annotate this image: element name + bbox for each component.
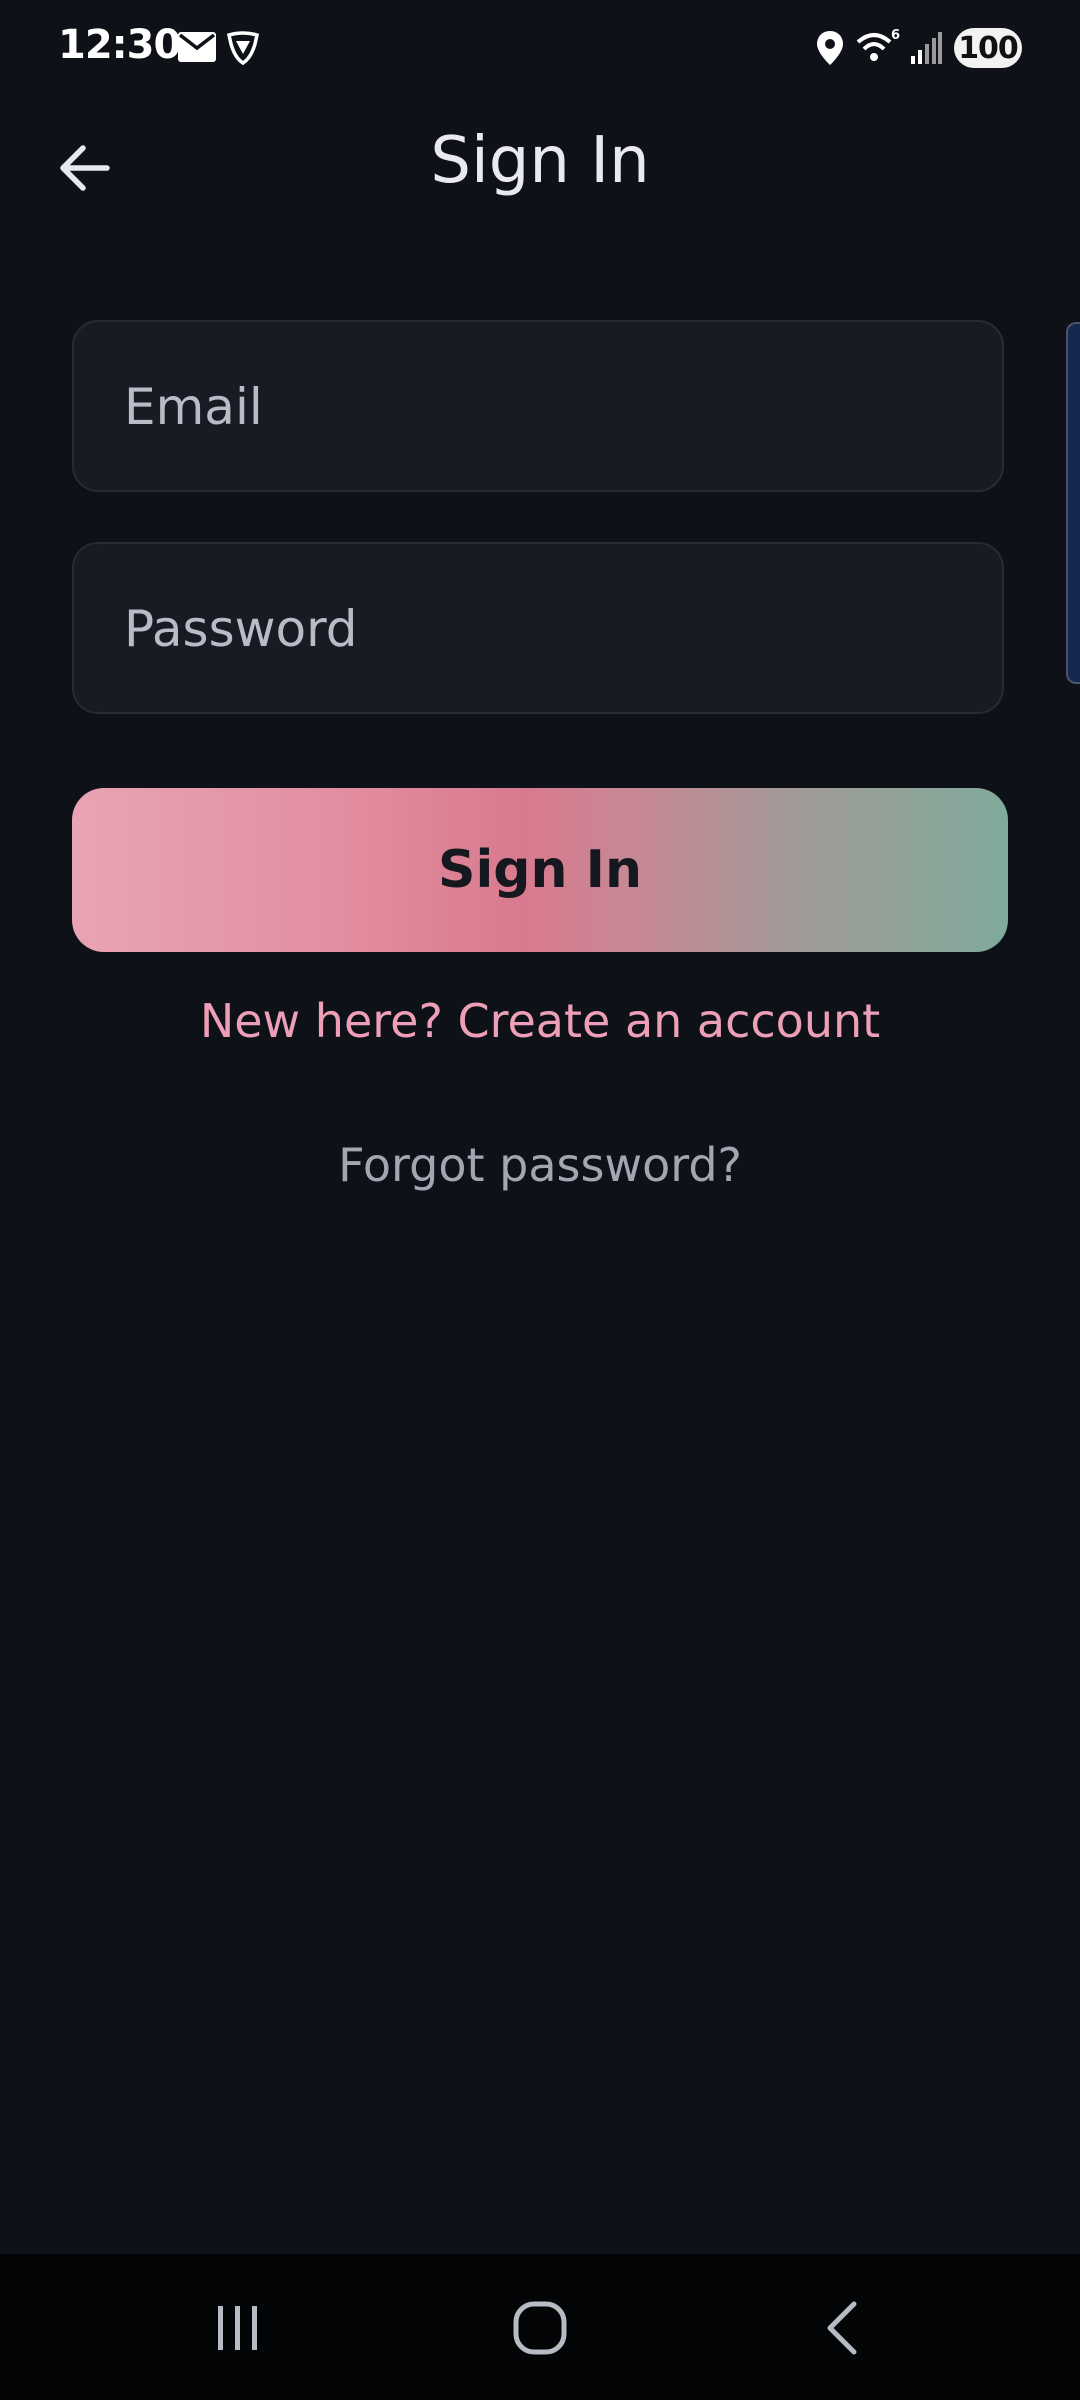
sign-in-button[interactable]: Sign In xyxy=(72,788,1008,952)
create-account-link[interactable]: New here? Create an account xyxy=(0,994,1080,1048)
forgot-password-link[interactable]: Forgot password? xyxy=(0,1138,1080,1192)
sign-in-button-label: Sign In xyxy=(438,840,642,900)
system-nav-bar xyxy=(0,2254,1080,2400)
home-button[interactable] xyxy=(480,2278,600,2378)
signal-icon xyxy=(911,32,942,64)
recents-icon xyxy=(218,2306,257,2350)
home-icon xyxy=(513,2301,567,2355)
email-field[interactable] xyxy=(72,320,1004,492)
system-back-button[interactable] xyxy=(782,2278,902,2378)
wifi-icon: 6 xyxy=(856,28,900,61)
svg-text:6: 6 xyxy=(891,28,900,43)
recents-button[interactable] xyxy=(178,2278,298,2378)
page-title: Sign In xyxy=(430,124,650,198)
shield-app-icon xyxy=(226,31,260,66)
mail-icon xyxy=(178,32,216,62)
password-input[interactable] xyxy=(122,544,966,714)
app-bar: Sign In xyxy=(0,96,1080,236)
password-field[interactable] xyxy=(72,542,1004,714)
edge-panel-handle[interactable] xyxy=(1066,322,1080,684)
email-input[interactable] xyxy=(122,322,966,492)
status-bar: 12:30 6 100 xyxy=(0,0,1080,96)
battery-indicator: 100 xyxy=(954,28,1022,68)
location-icon xyxy=(817,31,843,65)
back-icon xyxy=(827,2301,857,2355)
status-time: 12:30 xyxy=(58,22,181,68)
